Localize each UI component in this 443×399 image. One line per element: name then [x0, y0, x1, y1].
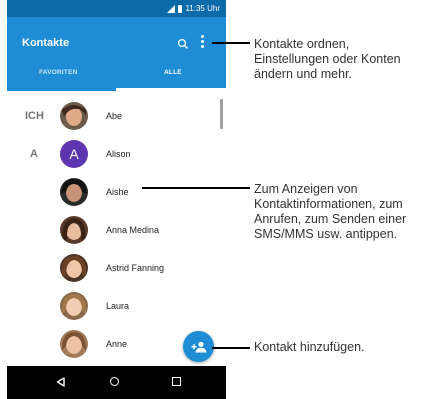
contact-name: Alison — [106, 149, 131, 159]
back-icon[interactable] — [56, 377, 65, 387]
contact-list[interactable]: ICH A Abe A Alison Aishe Anna Medina Ast… — [7, 91, 226, 366]
add-contact-icon — [191, 341, 206, 352]
list-item[interactable]: Astrid Fanning — [7, 249, 217, 287]
avatar — [60, 178, 88, 206]
callout-menu-line: Kontakte ordnen, — [254, 37, 350, 51]
list-item[interactable]: Aishe — [7, 173, 217, 211]
status-time: 11:35 Uhr — [185, 4, 220, 13]
callout-add-line: Kontakt hinzufügen. — [254, 340, 365, 354]
avatar — [60, 254, 88, 282]
callout-contact-line: Zum Anzeigen von — [254, 182, 358, 196]
tab-all[interactable]: ALLE — [164, 69, 182, 76]
callout-contact: Zum Anzeigen von Kontaktinformationen, z… — [254, 182, 406, 242]
contact-name: Anne — [106, 339, 128, 349]
avatar — [60, 330, 88, 358]
avatar — [60, 292, 88, 320]
contact-name: Anna Medina — [106, 225, 160, 235]
callout-contact-line: SMS/MMS usw. antippen. — [254, 227, 398, 241]
phone-screen: 11:35 Uhr Kontakte FAVORITEN ALLE ICH A … — [7, 0, 226, 399]
navigation-bar — [7, 366, 226, 399]
app-title: Kontakte — [22, 37, 70, 49]
overflow-menu-icon[interactable] — [199, 35, 205, 53]
battery-icon — [178, 4, 183, 13]
avatar — [60, 216, 88, 244]
callout-line-contact — [142, 187, 250, 189]
search-icon[interactable] — [177, 38, 189, 50]
contact-name: Aishe — [106, 187, 129, 197]
callout-line-add — [212, 347, 250, 349]
list-item[interactable]: A Alison — [7, 135, 217, 173]
contact-name: Laura — [106, 301, 130, 311]
callout-line-menu — [212, 42, 250, 44]
signal-icon — [167, 4, 176, 13]
callout-menu-line: Einstellungen oder Konten — [254, 52, 401, 66]
list-item[interactable]: Abe — [7, 97, 217, 135]
callout-menu-line: ändern und mehr. — [254, 67, 352, 81]
list-item[interactable]: Laura — [7, 287, 217, 325]
avatar: A — [60, 140, 88, 168]
tab-favorites[interactable]: FAVORITEN — [39, 69, 78, 76]
app-bar: Kontakte FAVORITEN ALLE — [7, 17, 226, 91]
status-bar: 11:35 Uhr — [7, 0, 226, 17]
callout-contact-line: Anrufen, zum Senden einer — [254, 212, 407, 226]
recent-apps-icon[interactable] — [172, 377, 181, 386]
home-icon[interactable] — [110, 377, 119, 386]
callout-menu: Kontakte ordnen, Einstellungen oder Kont… — [254, 37, 401, 82]
avatar — [60, 102, 88, 130]
callout-add: Kontakt hinzufügen. — [254, 340, 365, 355]
callout-contact-line: Kontaktinformationen, zum — [254, 197, 403, 211]
contact-name: Abe — [106, 111, 123, 121]
contact-name: Astrid Fanning — [106, 263, 165, 273]
list-item[interactable]: Anna Medina — [7, 211, 217, 249]
add-contact-button[interactable] — [183, 331, 214, 362]
scrollbar[interactable] — [220, 99, 223, 129]
